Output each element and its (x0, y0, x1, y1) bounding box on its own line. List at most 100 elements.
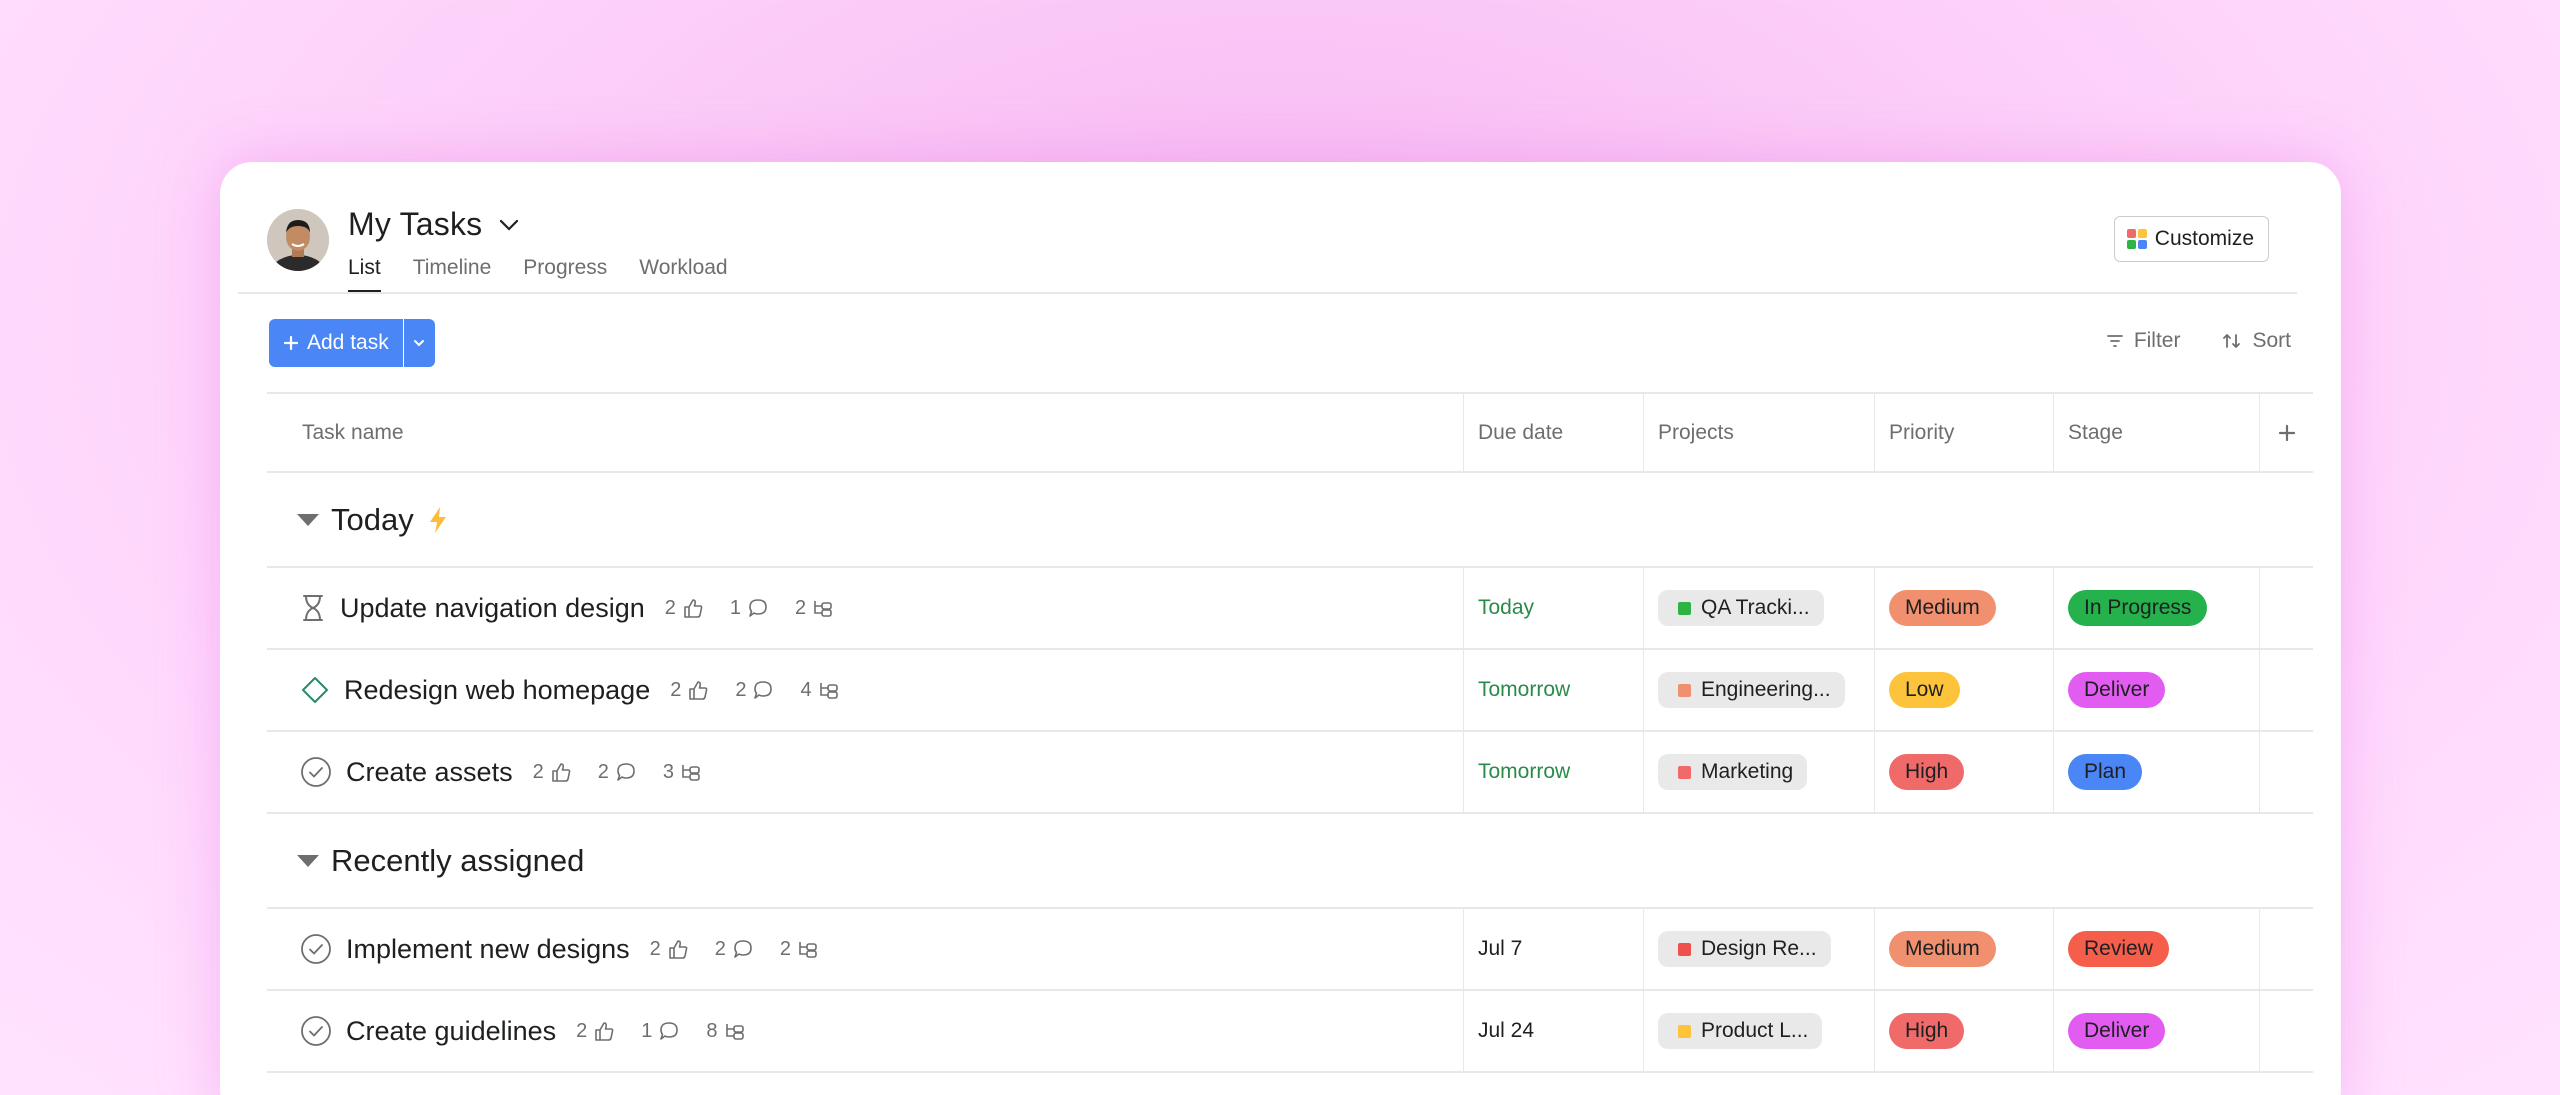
table-row[interactable]: Implement new designs 2 2 2 Jul 7 Design Re..… (267, 909, 2313, 991)
due-date[interactable]: Jul 24 (1478, 1019, 1534, 1043)
filter-button[interactable]: Filter (2106, 329, 2180, 353)
sort-icon (2222, 332, 2242, 350)
subtask-icon (812, 597, 834, 619)
comment-icon (752, 679, 774, 701)
check-circle-icon[interactable] (300, 756, 332, 788)
project-color-square (1678, 765, 1691, 779)
comments-count[interactable]: 1 (641, 1020, 680, 1043)
subtask-icon (818, 679, 840, 701)
likes-count[interactable]: 2 (533, 761, 572, 784)
stage-badge[interactable]: Deliver (2068, 1013, 2166, 1049)
task-sections: Today Update navigation design 2 1 2 Today QA … (267, 473, 2313, 1073)
plus-icon (283, 335, 299, 351)
comment-icon (732, 938, 754, 960)
section-label[interactable]: Recently assigned (331, 843, 584, 879)
task-name[interactable]: Implement new designs (346, 934, 630, 965)
add-task-label: Add task (307, 331, 389, 354)
project-pill[interactable]: Marketing (1658, 754, 1808, 790)
add-column-button[interactable] (2259, 394, 2313, 471)
subtask-icon (724, 1020, 746, 1042)
sort-button[interactable]: Sort (2222, 329, 2291, 353)
priority-badge[interactable]: High (1889, 754, 1965, 790)
empty-cell (2259, 909, 2313, 989)
project-pill[interactable]: Engineering... (1658, 672, 1845, 708)
due-date[interactable]: Today (1478, 596, 1534, 620)
tab-workload[interactable]: Workload (639, 256, 727, 293)
empty-cell (2259, 568, 2313, 648)
plus-icon (2277, 423, 2297, 443)
collapse-triangle-icon[interactable] (297, 513, 319, 526)
section-header: Today (267, 473, 2313, 568)
due-date[interactable]: Jul 7 (1478, 937, 1522, 961)
comment-icon (747, 597, 769, 619)
likes-count[interactable]: 2 (650, 938, 689, 961)
stage-badge[interactable]: Review (2068, 931, 2169, 967)
task-name[interactable]: Redesign web homepage (344, 675, 650, 706)
comment-icon (658, 1020, 680, 1042)
stage-badge[interactable]: Plan (2068, 754, 2143, 790)
section-label[interactable]: Today (331, 502, 414, 538)
tab-progress[interactable]: Progress (523, 256, 607, 293)
task-name[interactable]: Create guidelines (346, 1016, 556, 1047)
empty-cell (2259, 650, 2313, 730)
project-color-square (1678, 1024, 1691, 1038)
sort-label: Sort (2252, 329, 2291, 352)
priority-badge[interactable]: Medium (1889, 590, 1996, 626)
likes-count[interactable]: 2 (670, 679, 709, 702)
comments-count[interactable]: 1 (730, 597, 769, 620)
stage-badge[interactable]: In Progress (2068, 590, 2208, 626)
thumbs-up-icon (593, 1020, 615, 1042)
avatar[interactable] (267, 209, 329, 271)
column-due-date[interactable]: Due date (1463, 394, 1643, 471)
diamond-icon[interactable] (300, 675, 330, 705)
collapse-triangle-icon[interactable] (297, 854, 319, 867)
project-pill[interactable]: QA Tracki... (1658, 590, 1824, 626)
column-projects[interactable]: Projects (1643, 394, 1874, 471)
task-name[interactable]: Create assets (346, 757, 513, 788)
project-color-square (1678, 683, 1691, 697)
project-name: Engineering... (1701, 678, 1831, 701)
project-name: QA Tracki... (1701, 596, 1810, 619)
column-task-name[interactable]: Task name (267, 394, 1463, 471)
table-row[interactable]: Create assets 2 2 3 Tomorrow Marketing High Pla… (267, 732, 2313, 814)
project-name: Product L... (1701, 1019, 1809, 1042)
column-priority[interactable]: Priority (1874, 394, 2053, 471)
add-task-button[interactable]: Add task (269, 319, 403, 367)
likes-count[interactable]: 2 (576, 1020, 615, 1043)
subtasks-count[interactable]: 2 (795, 597, 834, 620)
hourglass-icon[interactable] (300, 593, 326, 623)
comments-count[interactable]: 2 (715, 938, 754, 961)
comments-count[interactable]: 2 (598, 761, 637, 784)
likes-count[interactable]: 2 (665, 597, 704, 620)
comments-count[interactable]: 2 (735, 679, 774, 702)
task-name[interactable]: Update navigation design (340, 593, 645, 624)
project-pill[interactable]: Product L... (1658, 1013, 1823, 1049)
check-circle-icon[interactable] (300, 933, 332, 965)
column-stage[interactable]: Stage (2053, 394, 2259, 471)
customize-icon (2126, 229, 2147, 249)
tab-list[interactable]: List (348, 256, 381, 293)
due-date[interactable]: Tomorrow (1478, 760, 1570, 784)
priority-badge[interactable]: Medium (1889, 931, 1996, 967)
table-row[interactable]: Create guidelines 2 1 8 Jul 24 Product L... Hi… (267, 991, 2313, 1073)
priority-badge[interactable]: Low (1889, 672, 1960, 708)
project-pill[interactable]: Design Re... (1658, 931, 1831, 967)
chevron-down-icon[interactable] (496, 212, 522, 238)
subtasks-count[interactable]: 2 (780, 938, 819, 961)
customize-button[interactable]: Customize (2113, 216, 2269, 262)
subtasks-count[interactable]: 4 (800, 679, 839, 702)
add-task-dropdown-button[interactable] (402, 319, 435, 367)
subtasks-count[interactable]: 8 (706, 1020, 745, 1043)
add-task-split-button: Add task (269, 319, 435, 367)
subtasks-count[interactable]: 3 (663, 761, 702, 784)
priority-badge[interactable]: High (1889, 1013, 1965, 1049)
stage-badge[interactable]: Deliver (2068, 672, 2166, 708)
thumbs-up-icon (682, 597, 704, 619)
task-table: Task name Due date Projects Priority Sta… (267, 392, 2313, 1073)
table-row[interactable]: Update navigation design 2 1 2 Today QA Track… (267, 568, 2313, 650)
subtask-icon (680, 761, 702, 783)
check-circle-icon[interactable] (300, 1015, 332, 1047)
table-row[interactable]: Redesign web homepage 2 2 4 Tomorrow Engineer… (267, 650, 2313, 732)
tab-timeline[interactable]: Timeline (413, 256, 492, 293)
due-date[interactable]: Tomorrow (1478, 678, 1570, 702)
